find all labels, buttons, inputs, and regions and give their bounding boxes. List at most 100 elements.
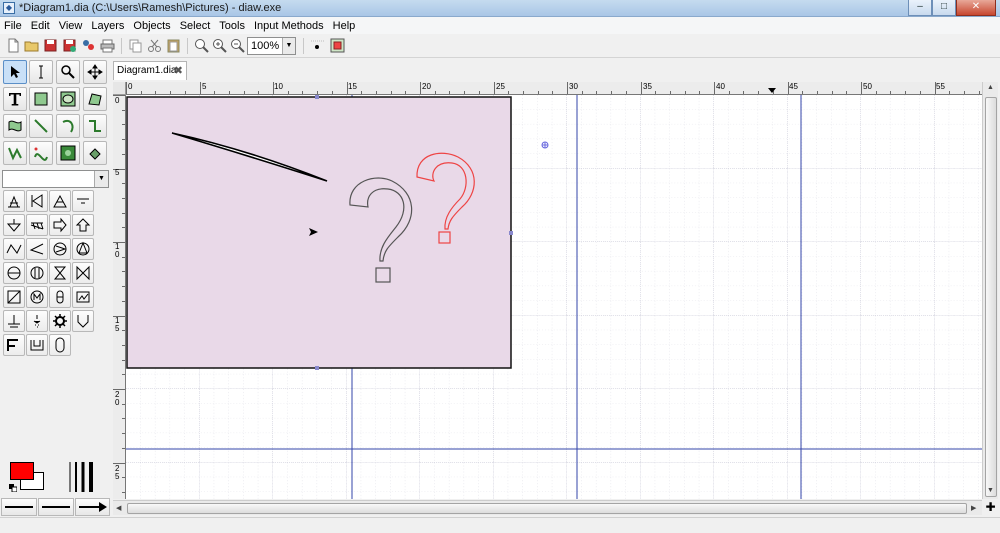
- magnify-tool[interactable]: [56, 60, 80, 84]
- menu-view[interactable]: View: [59, 20, 83, 32]
- beziergon-tool[interactable]: [3, 114, 27, 138]
- modify-tool[interactable]: [3, 60, 27, 84]
- shape-arrow-up-icon[interactable]: [72, 214, 94, 236]
- scroll-tool[interactable]: [83, 60, 107, 84]
- scroll-up-icon[interactable]: ▲: [987, 84, 994, 91]
- save-as-icon[interactable]: [61, 37, 78, 54]
- polyline-icon: [8, 147, 22, 161]
- connection-point-marker[interactable]: [541, 141, 549, 149]
- shape-bracket-icon[interactable]: [3, 334, 25, 356]
- zigzag-line-tool[interactable]: [83, 114, 107, 138]
- line-tool[interactable]: [29, 114, 53, 138]
- print-icon[interactable]: [99, 37, 116, 54]
- snap-to-object-icon[interactable]: [329, 37, 346, 54]
- shape-monitor-icon[interactable]: [72, 286, 94, 308]
- line-style-button[interactable]: [38, 498, 74, 516]
- horizontal-scrollbar[interactable]: ◀ ▶: [113, 500, 982, 515]
- ruler-label: 50: [863, 82, 872, 91]
- shape-cone-icon[interactable]: [49, 190, 71, 212]
- menu-edit[interactable]: Edit: [31, 20, 50, 32]
- polyline-tool[interactable]: [3, 141, 27, 165]
- horizontal-scroll-thumb[interactable]: [127, 503, 967, 514]
- chevron-down-icon[interactable]: ▼: [94, 171, 108, 187]
- zoom-combo[interactable]: 100% ▼: [247, 37, 296, 55]
- shape-wave-icon[interactable]: [3, 238, 25, 260]
- shape-funnel-icon[interactable]: [72, 310, 94, 332]
- scroll-left-icon[interactable]: ◀: [116, 504, 121, 512]
- shape-valve-left-icon[interactable]: [26, 190, 48, 212]
- shape-hourglass-icon[interactable]: [49, 262, 71, 284]
- save-icon[interactable]: [42, 37, 59, 54]
- chevron-down-icon[interactable]: ▼: [282, 38, 295, 54]
- shape-trough-icon[interactable]: [26, 334, 48, 356]
- shape-capsule-icon[interactable]: [49, 286, 71, 308]
- menu-objects[interactable]: Objects: [133, 20, 170, 32]
- open-icon[interactable]: [23, 37, 40, 54]
- menu-tools[interactable]: Tools: [219, 20, 245, 32]
- export-icon[interactable]: [80, 37, 97, 54]
- image-tool[interactable]: [56, 141, 80, 165]
- text-tool[interactable]: [3, 87, 27, 111]
- ellipse-tool[interactable]: [56, 87, 80, 111]
- bezier-line-tool[interactable]: [29, 141, 53, 165]
- menu-input-methods[interactable]: Input Methods: [254, 20, 324, 32]
- foreground-color-swatch[interactable]: [10, 462, 34, 480]
- shape-compressor-icon[interactable]: [26, 262, 48, 284]
- scroll-right-icon[interactable]: ▶: [971, 504, 976, 512]
- shape-ground-icon[interactable]: [3, 214, 25, 236]
- vertical-scroll-thumb[interactable]: [985, 97, 997, 497]
- handle-top[interactable]: [315, 95, 319, 99]
- minimize-button[interactable]: –: [908, 0, 932, 16]
- text-edit-tool[interactable]: [29, 60, 53, 84]
- shape-dash-line-icon[interactable]: [72, 190, 94, 212]
- shape-stand-icon[interactable]: [3, 310, 25, 332]
- outline-tool[interactable]: [83, 141, 107, 165]
- menu-file[interactable]: File: [4, 20, 22, 32]
- snap-to-grid-icon[interactable]: [309, 37, 326, 54]
- arc-tool[interactable]: [56, 114, 80, 138]
- background-rectangle[interactable]: [126, 96, 512, 369]
- shape-spray-icon[interactable]: [26, 310, 48, 332]
- shape-tank-icon[interactable]: [3, 190, 25, 212]
- shape-gear-icon[interactable]: [49, 310, 71, 332]
- line-start-style-button[interactable]: [1, 498, 37, 516]
- handle-bottom[interactable]: [315, 366, 319, 370]
- shape-pump-icon[interactable]: [49, 238, 71, 260]
- tab-diagram1[interactable]: Diagram1.dia ✖: [113, 61, 187, 80]
- shape-vessel-icon[interactable]: [49, 334, 71, 356]
- shape-angle-icon[interactable]: [26, 238, 48, 260]
- color-selector[interactable]: [6, 460, 54, 496]
- shape-circle-bar-icon[interactable]: [3, 262, 25, 284]
- close-tab-icon[interactable]: ✖: [174, 64, 183, 77]
- line-width-selector-icon[interactable]: [66, 462, 102, 492]
- copy-icon[interactable]: [127, 37, 144, 54]
- handle-right[interactable]: [509, 231, 513, 235]
- menu-layers[interactable]: Layers: [91, 20, 124, 32]
- cut-icon[interactable]: [146, 37, 163, 54]
- close-button[interactable]: ✕: [956, 0, 996, 16]
- shape-arrow-right-icon[interactable]: [49, 214, 71, 236]
- zoom-fit-icon[interactable]: [193, 37, 210, 54]
- line-end-style-button[interactable]: [75, 498, 110, 516]
- paste-icon[interactable]: [165, 37, 182, 54]
- new-icon[interactable]: [5, 37, 22, 54]
- zoom-in-icon[interactable]: [211, 37, 228, 54]
- maximize-button[interactable]: □: [932, 0, 956, 16]
- navigation-icon[interactable]: ✚: [984, 501, 997, 514]
- shape-hatch-icon[interactable]: [26, 214, 48, 236]
- box-tool[interactable]: [29, 87, 53, 111]
- shape-motor-icon[interactable]: [26, 286, 48, 308]
- zoom-out-icon[interactable]: [229, 37, 246, 54]
- shape-slash-box-icon[interactable]: [3, 286, 25, 308]
- toolbox: ▼: [0, 58, 111, 518]
- vertical-scrollbar[interactable]: ▲ ▼: [982, 82, 998, 499]
- diagram-canvas[interactable]: [126, 95, 982, 499]
- swap-colors-icon[interactable]: [9, 484, 17, 492]
- scroll-down-icon[interactable]: ▼: [987, 487, 994, 494]
- sheet-selector[interactable]: ▼: [2, 170, 109, 188]
- polygon-tool[interactable]: [83, 87, 107, 111]
- menu-select[interactable]: Select: [180, 20, 211, 32]
- menu-help[interactable]: Help: [333, 20, 356, 32]
- shape-bowtie-icon[interactable]: [72, 262, 94, 284]
- shape-fan-icon[interactable]: [72, 238, 94, 260]
